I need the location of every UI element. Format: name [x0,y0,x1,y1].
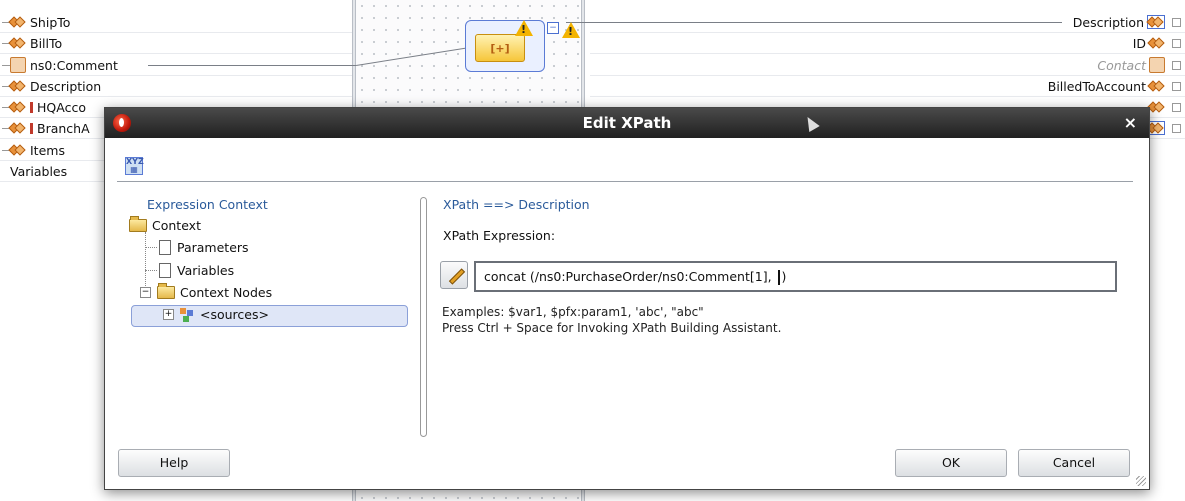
element-icon [8,37,26,49]
collapse-icon[interactable]: − [547,22,559,34]
mapping-line [148,65,356,66]
expression-context-header: Expression Context [147,197,268,212]
collapse-toggle-icon[interactable]: − [140,287,151,298]
cancel-button[interactable]: Cancel [1018,449,1130,477]
warning-icon [562,22,580,38]
required-icon [30,122,33,134]
document-icon [159,263,171,278]
xpath-expression-label: XPath Expression: [443,228,556,243]
repeating-element-icon [1149,57,1165,73]
element-icon [8,101,26,113]
target-node-contact[interactable]: Contact [590,55,1185,76]
element-icon [8,80,26,92]
ok-button[interactable]: OK [895,449,1007,477]
tree-node-context-nodes[interactable]: − Context Nodes [140,283,272,300]
target-node-billedtoaccount[interactable]: BilledToAccount [590,76,1185,97]
source-node-description[interactable]: Description [0,76,352,97]
mapping-line [566,22,1062,23]
open-folder-icon [157,283,175,299]
tree-node-sources[interactable]: + <sources> [163,307,269,322]
resize-grip-icon[interactable] [1136,476,1146,486]
examples-text: Examples: $var1, $pfx:param1, 'abc', "ab… [442,305,782,335]
function-icon: [+] [475,34,525,62]
xpath-expression-input[interactable]: concat (/ns0:PurchaseOrder/ns0:Comment[1… [474,261,1117,292]
edit-xpath-dialog: Edit XPath × XYZ ▦ Expression Context Con… [104,107,1150,490]
text-cursor [777,270,780,285]
xpath-function-icon[interactable]: XYZ ▦ [125,157,144,175]
source-node-billto[interactable]: BillTo [0,33,352,54]
split-pane-divider[interactable] [420,197,427,437]
element-icon [8,144,26,156]
xpath-target-header: XPath ==> Description [443,197,590,212]
tree-node-context[interactable]: Context [129,216,201,233]
target-node-id[interactable]: ID [590,33,1185,54]
divider [117,181,1133,182]
tree-node-parameters[interactable]: Parameters [159,240,249,255]
element-icon [8,122,26,134]
dialog-title: Edit XPath [582,114,672,132]
repeating-element-icon [10,57,26,73]
sources-icon [180,307,194,322]
element-icon [1147,37,1165,49]
element-icon [1146,15,1165,29]
element-icon [1147,80,1165,92]
expand-toggle-icon[interactable]: + [163,309,174,320]
required-icon [30,101,33,113]
close-button[interactable]: × [1124,113,1137,132]
element-icon [1147,101,1165,113]
concat-function-node[interactable]: [+] [465,20,545,72]
warning-icon [515,20,533,36]
tree-node-variables[interactable]: Variables [159,263,234,278]
dialog-titlebar[interactable]: Edit XPath × [105,108,1149,138]
element-icon [8,16,26,28]
help-button[interactable]: Help [118,449,230,477]
source-node-shipto[interactable]: ShipTo [0,12,352,33]
edit-expression-button[interactable] [440,261,468,289]
document-icon [159,240,171,255]
open-folder-icon [129,216,147,232]
